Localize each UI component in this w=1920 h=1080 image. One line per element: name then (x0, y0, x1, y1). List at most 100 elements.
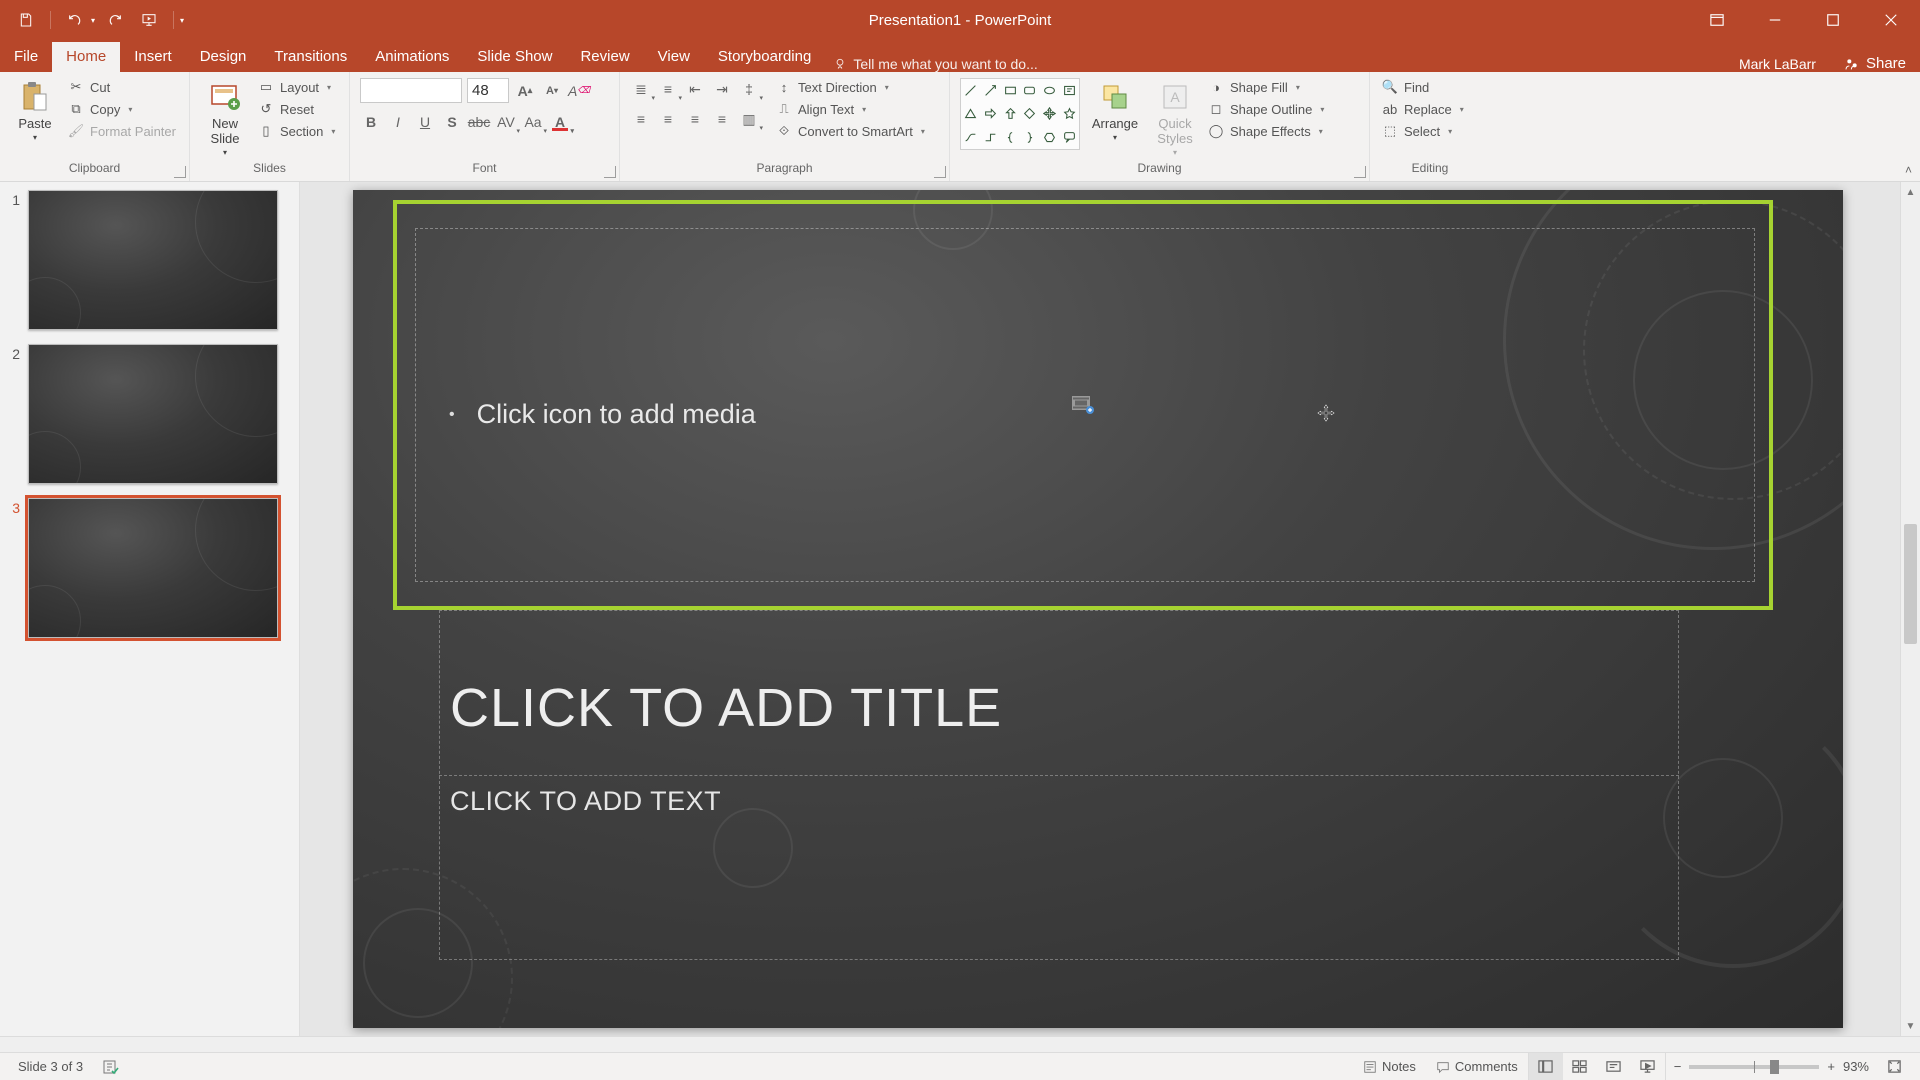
shape-outline-button[interactable]: ◻Shape Outline▾ (1206, 100, 1326, 118)
shape-elbow-icon[interactable] (981, 126, 1001, 149)
slide-thumbnail-panel[interactable]: 1 2 3 (0, 182, 300, 1036)
scroll-thumb[interactable] (1904, 524, 1917, 644)
notes-button[interactable]: Notes (1353, 1053, 1426, 1080)
align-text-button[interactable]: ⎍Align Text▾ (774, 100, 927, 118)
scroll-down-icon[interactable]: ▼ (1901, 1016, 1920, 1036)
shape-star-icon[interactable] (1059, 102, 1079, 125)
zoom-slider-thumb[interactable] (1770, 1060, 1779, 1074)
undo-dropdown-icon[interactable]: ▾ (91, 16, 95, 25)
clear-formatting-icon[interactable]: A⌫ (568, 80, 590, 102)
decrease-font-icon[interactable]: A▾ (541, 80, 563, 102)
shape-textbox-icon[interactable] (1059, 79, 1079, 102)
font-size-input[interactable] (467, 78, 509, 103)
subtitle-prompt-text[interactable]: CLICK TO ADD TEXT (450, 786, 721, 817)
shape-callout-icon[interactable] (1059, 126, 1079, 149)
zoom-out-button[interactable]: − (1674, 1059, 1682, 1074)
clipboard-launcher-icon[interactable] (174, 166, 186, 178)
shape-effects-button[interactable]: ◯Shape Effects▾ (1206, 122, 1326, 140)
font-color-icon[interactable]: A▾ (549, 111, 571, 133)
decrease-indent-icon[interactable]: ⇤ (684, 78, 706, 100)
signed-in-user[interactable]: Mark LaBarr (1725, 56, 1830, 72)
media-prompt-text[interactable]: Click icon to add media (477, 399, 756, 430)
ribbon-display-options-icon[interactable] (1688, 0, 1746, 40)
increase-font-icon[interactable]: A▴ (514, 80, 536, 102)
cut-button[interactable]: ✂Cut (66, 78, 178, 96)
shape-rarrow-icon[interactable] (981, 102, 1001, 125)
shape-line-icon[interactable] (961, 79, 981, 102)
align-right-icon[interactable]: ≡ (684, 108, 706, 130)
scroll-up-icon[interactable]: ▲ (1901, 182, 1920, 202)
media-placeholder[interactable]: • Click icon to add media (393, 200, 1773, 610)
font-launcher-icon[interactable] (604, 166, 616, 178)
maximize-button[interactable] (1804, 0, 1862, 40)
text-direction-button[interactable]: ↕Text Direction▾ (774, 78, 927, 96)
tab-home[interactable]: Home (52, 42, 120, 72)
tab-view[interactable]: View (644, 42, 704, 72)
tab-file[interactable]: File (0, 42, 52, 72)
slideshow-view-icon[interactable] (1631, 1053, 1665, 1080)
tab-transitions[interactable]: Transitions (260, 42, 361, 72)
shape-hex-icon[interactable] (1040, 126, 1060, 149)
line-spacing-icon[interactable]: ‡▾ (738, 78, 760, 100)
fit-to-window-icon[interactable] (1877, 1053, 1912, 1080)
slide-thumb-2[interactable]: 2 (8, 344, 291, 484)
underline-icon[interactable]: U (414, 111, 436, 133)
drawing-launcher-icon[interactable] (1354, 166, 1366, 178)
tab-slideshow[interactable]: Slide Show (463, 42, 566, 72)
bold-icon[interactable]: B (360, 111, 382, 133)
shape-uarrow-icon[interactable] (1000, 102, 1020, 125)
tab-design[interactable]: Design (186, 42, 261, 72)
layout-button[interactable]: ▭Layout▾ (256, 78, 337, 96)
insert-media-icon[interactable] (1072, 396, 1094, 414)
slide-edit-area[interactable]: • Click icon to add media CLICK TO ADD T… (300, 182, 1920, 1036)
tab-animations[interactable]: Animations (361, 42, 463, 72)
save-icon[interactable] (12, 6, 40, 34)
qat-customize-icon[interactable]: ▾ (180, 16, 184, 25)
quick-styles-button[interactable]: A Quick Styles▾ (1150, 78, 1200, 159)
collapse-ribbon-icon[interactable]: ˄ (1905, 163, 1912, 177)
slide-counter[interactable]: Slide 3 of 3 (8, 1053, 93, 1080)
justify-icon[interactable]: ≡ (711, 108, 733, 130)
shape-roundrect-icon[interactable] (1020, 79, 1040, 102)
spell-check-icon[interactable] (93, 1053, 129, 1080)
slide-thumb-1[interactable]: 1 (8, 190, 291, 330)
tab-review[interactable]: Review (566, 42, 643, 72)
shape-diamond-icon[interactable] (1020, 102, 1040, 125)
tab-storyboarding[interactable]: Storyboarding (704, 42, 825, 72)
columns-icon[interactable]: ▥▾ (738, 108, 760, 130)
find-button[interactable]: 🔍Find (1380, 78, 1466, 96)
comments-button[interactable]: Comments (1426, 1053, 1528, 1080)
strikethrough-icon[interactable]: abc (468, 111, 490, 133)
title-placeholder[interactable]: CLICK TO ADD TITLE CLICK TO ADD TEXT (439, 610, 1679, 960)
slide-thumb-3[interactable]: 3 (8, 498, 291, 638)
minimize-button[interactable] (1746, 0, 1804, 40)
paste-button[interactable]: Paste ▾ (10, 78, 60, 144)
paragraph-launcher-icon[interactable] (934, 166, 946, 178)
arrange-button[interactable]: Arrange▾ (1086, 78, 1144, 144)
shape-4arrow-icon[interactable] (1040, 102, 1060, 125)
reset-button[interactable]: ↺Reset (256, 100, 337, 118)
shadow-icon[interactable]: S (441, 111, 463, 133)
zoom-slider[interactable] (1689, 1065, 1819, 1069)
normal-view-icon[interactable] (1529, 1053, 1563, 1080)
slide-canvas[interactable]: • Click icon to add media CLICK TO ADD T… (353, 190, 1843, 1028)
shape-connector-icon[interactable] (961, 126, 981, 149)
tab-insert[interactable]: Insert (120, 42, 186, 72)
shape-rect-icon[interactable] (1000, 79, 1020, 102)
reading-view-icon[interactable] (1597, 1053, 1631, 1080)
replace-button[interactable]: abReplace▾ (1380, 100, 1466, 118)
shape-oval-icon[interactable] (1040, 79, 1060, 102)
italic-icon[interactable]: I (387, 111, 409, 133)
new-slide-button[interactable]: New Slide▾ (200, 78, 250, 159)
shapes-gallery[interactable] (960, 78, 1080, 150)
undo-icon[interactable] (61, 6, 89, 34)
change-case-icon[interactable]: Aa▾ (522, 111, 544, 133)
zoom-percent[interactable]: 93% (1843, 1059, 1869, 1074)
title-prompt-text[interactable]: CLICK TO ADD TITLE (450, 677, 1002, 739)
vertical-scrollbar[interactable]: ▲ ▼ (1900, 182, 1920, 1036)
shape-arrow-icon[interactable] (981, 79, 1001, 102)
sorter-view-icon[interactable] (1563, 1053, 1597, 1080)
shape-fill-button[interactable]: ◑Shape Fill▾ (1206, 78, 1326, 96)
redo-icon[interactable] (101, 6, 129, 34)
align-center-icon[interactable]: ≡ (657, 108, 679, 130)
